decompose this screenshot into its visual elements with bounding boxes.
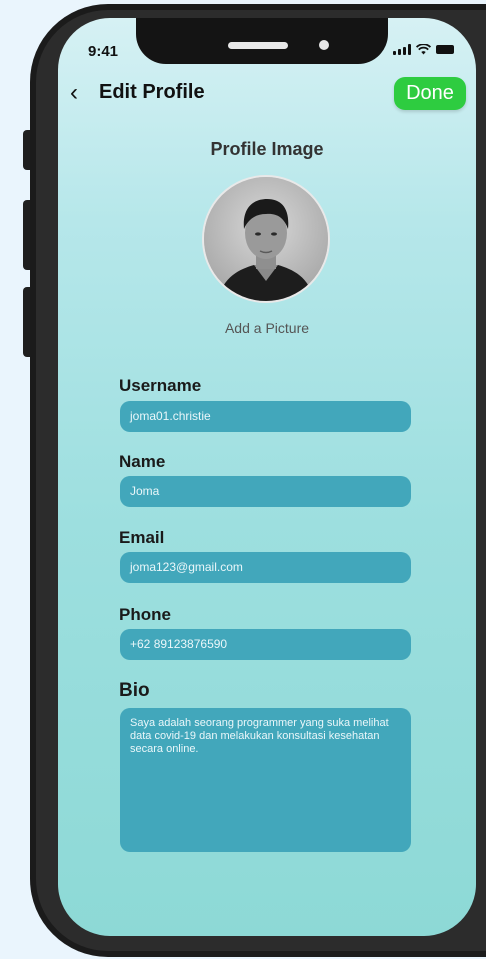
battery-icon	[436, 45, 454, 54]
speaker-bar	[228, 42, 288, 49]
bio-label: Bio	[119, 680, 150, 701]
profile-image-label: Profile Image	[210, 139, 324, 159]
status-time: 9:41	[88, 43, 119, 60]
phone-label: Phone	[119, 605, 171, 624]
notch	[136, 18, 388, 64]
name-label: Name	[119, 452, 166, 471]
status-icons	[393, 44, 454, 55]
wifi-icon	[416, 44, 431, 55]
phone-screen: 9:41 ‹ Edit Profile Done Profile Image A…	[58, 18, 476, 936]
page-title: Edit Profile	[99, 81, 205, 103]
name-field[interactable]: Joma	[120, 476, 411, 507]
camera-dot	[319, 40, 329, 50]
chevron-left-icon[interactable]: ‹	[70, 81, 78, 105]
person-photo	[204, 177, 328, 301]
email-label: Email	[119, 528, 165, 547]
signal-icon	[393, 44, 411, 55]
add-picture-link[interactable]: Add a Picture	[58, 320, 476, 336]
bio-textarea[interactable]: Saya adalah seorang programmer yang suka…	[120, 708, 411, 852]
username-field[interactable]: joma01.christie	[120, 401, 411, 432]
done-button[interactable]: Done	[394, 77, 466, 110]
email-field[interactable]: joma123@gmail.com	[120, 552, 411, 583]
avatar[interactable]	[202, 175, 330, 303]
phone-field[interactable]: +62 89123876590	[120, 629, 411, 660]
username-label: Username	[119, 376, 202, 395]
